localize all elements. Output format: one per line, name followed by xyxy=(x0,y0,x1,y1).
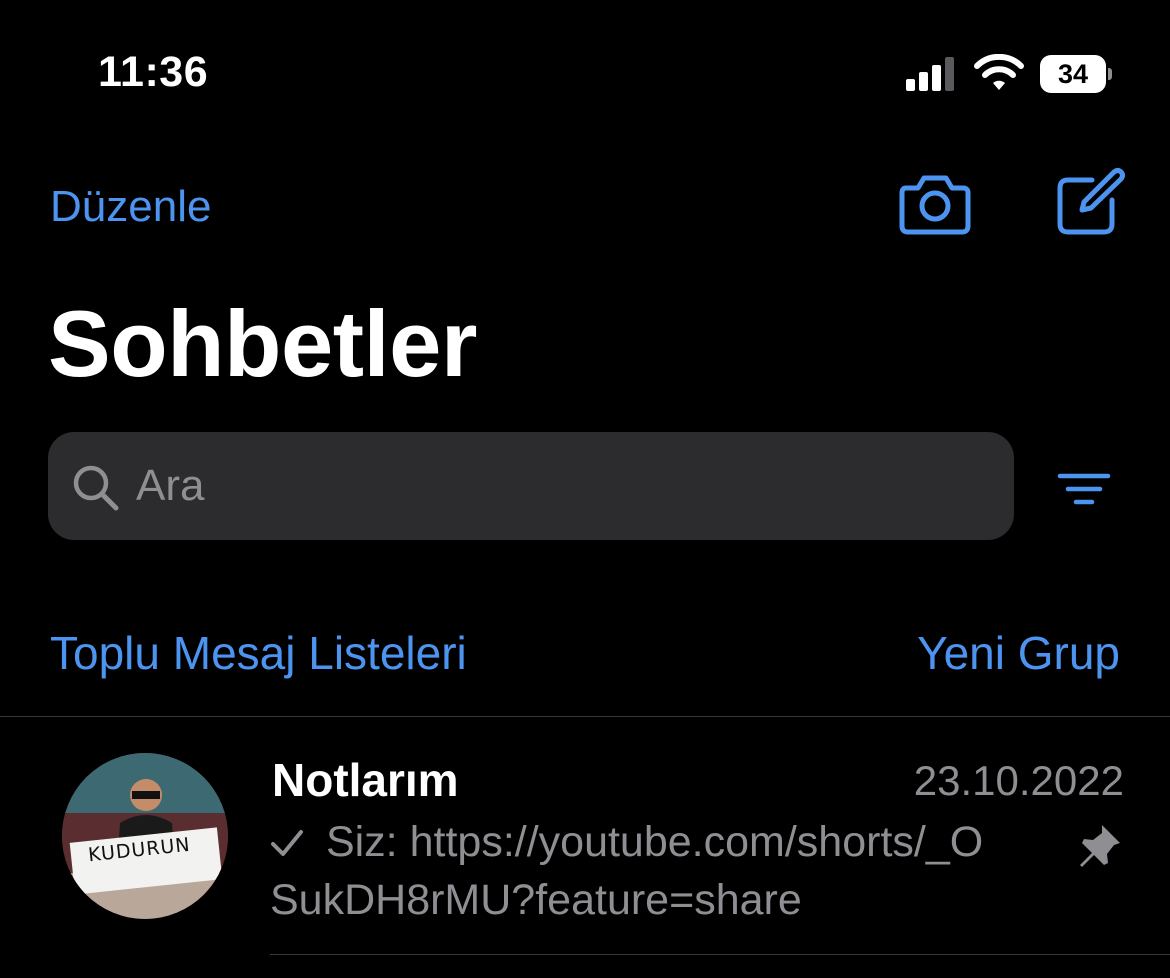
status-time: 11:36 xyxy=(98,48,209,96)
wifi-icon xyxy=(974,53,1024,97)
edit-button[interactable]: Düzenle xyxy=(50,182,211,232)
filter-icon[interactable] xyxy=(1054,470,1114,510)
page-title: Sohbetler xyxy=(48,291,478,396)
broadcast-lists-link[interactable]: Toplu Mesaj Listeleri xyxy=(50,626,467,680)
camera-icon[interactable] xyxy=(898,168,972,238)
chat-sender: Siz: xyxy=(325,818,398,866)
avatar: KUDURUN xyxy=(62,753,228,919)
search-icon xyxy=(70,462,122,514)
search-input[interactable] xyxy=(136,452,836,520)
pin-icon xyxy=(1074,821,1124,871)
new-group-link[interactable]: Yeni Grup xyxy=(917,626,1120,680)
chat-date: 23.10.2022 xyxy=(913,757,1124,804)
battery-level: 34 xyxy=(1040,55,1106,93)
signal-icon xyxy=(906,57,958,91)
chat-name: Notlarım xyxy=(272,754,459,806)
chat-row[interactable]: KUDURUN Notlarım 23.10.2022 Siz: https:/… xyxy=(0,717,1170,955)
check-icon xyxy=(270,818,316,866)
divider xyxy=(270,954,1170,955)
battery-icon: 34 xyxy=(1040,55,1112,93)
compose-icon[interactable] xyxy=(1056,166,1126,238)
chat-preview: Siz: https://youtube.com/shorts/_OSukDH8… xyxy=(270,813,1010,929)
search-bar[interactable] xyxy=(48,432,1014,540)
